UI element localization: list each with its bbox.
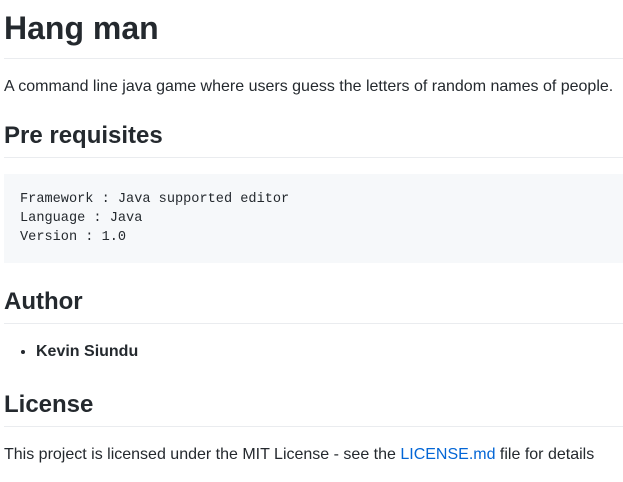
prereq-heading: Pre requisites bbox=[4, 121, 623, 158]
author-heading: Author bbox=[4, 287, 623, 324]
code-block: Framework : Java supported editor Langua… bbox=[4, 174, 623, 263]
license-heading: License bbox=[4, 390, 623, 427]
license-link[interactable]: LICENSE.md bbox=[400, 446, 495, 463]
list-item: Kevin Siundu bbox=[36, 340, 623, 364]
author-list: Kevin Siundu bbox=[4, 340, 623, 364]
readme: Hang man A command line java game where … bbox=[0, 0, 623, 467]
page-title: Hang man bbox=[4, 0, 623, 59]
license-text: This project is licensed under the MIT L… bbox=[4, 446, 595, 463]
description: A command line java game where users gue… bbox=[4, 78, 614, 95]
